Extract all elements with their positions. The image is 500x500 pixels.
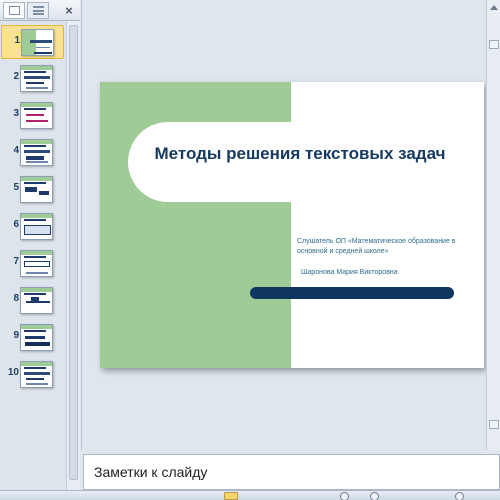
slide-number: 7 bbox=[13, 256, 19, 267]
slide-editor: Методы решения текстовых задач Слушатель… bbox=[81, 0, 500, 450]
tab-outline[interactable] bbox=[27, 2, 49, 19]
slides-tab-icon bbox=[9, 6, 20, 15]
slide-thumbnail-1[interactable]: 1 bbox=[1, 25, 64, 59]
slide-preview bbox=[20, 324, 53, 351]
accent-bar bbox=[250, 287, 454, 299]
slide-thumbnail-7[interactable]: 7 bbox=[1, 247, 64, 281]
slide-thumbnail-10[interactable]: 10 bbox=[1, 358, 64, 392]
slide-number: 1 bbox=[14, 35, 20, 46]
slide-subtitle[interactable]: Слушатель ОП «Математическое образование… bbox=[297, 237, 457, 256]
notes-pane[interactable]: Заметки к слайду bbox=[83, 454, 500, 490]
slide-number: 2 bbox=[13, 71, 19, 82]
zoom-out-icon[interactable] bbox=[340, 492, 349, 500]
slide-preview bbox=[20, 250, 53, 277]
vertical-scrollbar[interactable] bbox=[486, 0, 500, 450]
slide-thumbnail-6[interactable]: 6 bbox=[1, 210, 64, 244]
thumbnail-scrollbar[interactable] bbox=[66, 21, 80, 490]
slide-preview bbox=[20, 65, 53, 92]
next-slide-button[interactable] bbox=[489, 420, 499, 429]
slide-number: 9 bbox=[13, 330, 19, 341]
slide-preview bbox=[20, 102, 53, 129]
slide-preview bbox=[20, 361, 53, 388]
slide-preview bbox=[20, 176, 53, 203]
scroll-thumb[interactable] bbox=[69, 25, 78, 480]
slide-preview bbox=[20, 139, 53, 166]
slide-preview bbox=[20, 287, 53, 314]
slide-number: 3 bbox=[13, 108, 19, 119]
current-slide[interactable]: Методы решения текстовых задач Слушатель… bbox=[100, 82, 484, 368]
slide-number: 4 bbox=[13, 145, 19, 156]
slide-author[interactable]: Шаронова Мария Викторовна bbox=[301, 269, 461, 276]
slides-pane: × 1 2 3 4 5 6 7 8 9 10 bbox=[0, 0, 80, 490]
thumbnail-list: 1 2 3 4 5 6 7 8 9 10 bbox=[0, 21, 66, 490]
previous-slide-button[interactable] bbox=[489, 40, 499, 49]
slide-number: 5 bbox=[13, 182, 19, 193]
status-bar bbox=[0, 490, 500, 500]
slide-preview bbox=[21, 29, 54, 56]
scroll-up-icon[interactable] bbox=[490, 5, 498, 10]
slide-thumbnail-4[interactable]: 4 bbox=[1, 136, 64, 170]
slide-number: 10 bbox=[7, 367, 19, 378]
pane-tabs: × bbox=[0, 0, 80, 21]
slide-number: 8 bbox=[13, 293, 19, 304]
notes-placeholder[interactable]: Заметки к слайду bbox=[94, 464, 207, 480]
slide-thumbnail-9[interactable]: 9 bbox=[1, 321, 64, 355]
slide-thumbnail-8[interactable]: 8 bbox=[1, 284, 64, 318]
slide-title[interactable]: Методы решения текстовых задач bbox=[150, 144, 450, 164]
tab-slides[interactable] bbox=[3, 2, 25, 19]
close-icon[interactable]: × bbox=[61, 2, 77, 19]
slide-thumbnail-2[interactable]: 2 bbox=[1, 62, 64, 96]
fit-slide-icon[interactable] bbox=[455, 492, 464, 500]
zoom-in-icon[interactable] bbox=[370, 492, 379, 500]
slide-number: 6 bbox=[13, 219, 19, 230]
outline-tab-icon bbox=[33, 6, 44, 15]
slide-thumbnail-5[interactable]: 5 bbox=[1, 173, 64, 207]
slide-preview bbox=[20, 213, 53, 240]
slide-thumbnail-3[interactable]: 3 bbox=[1, 99, 64, 133]
normal-view-button[interactable] bbox=[224, 492, 238, 500]
